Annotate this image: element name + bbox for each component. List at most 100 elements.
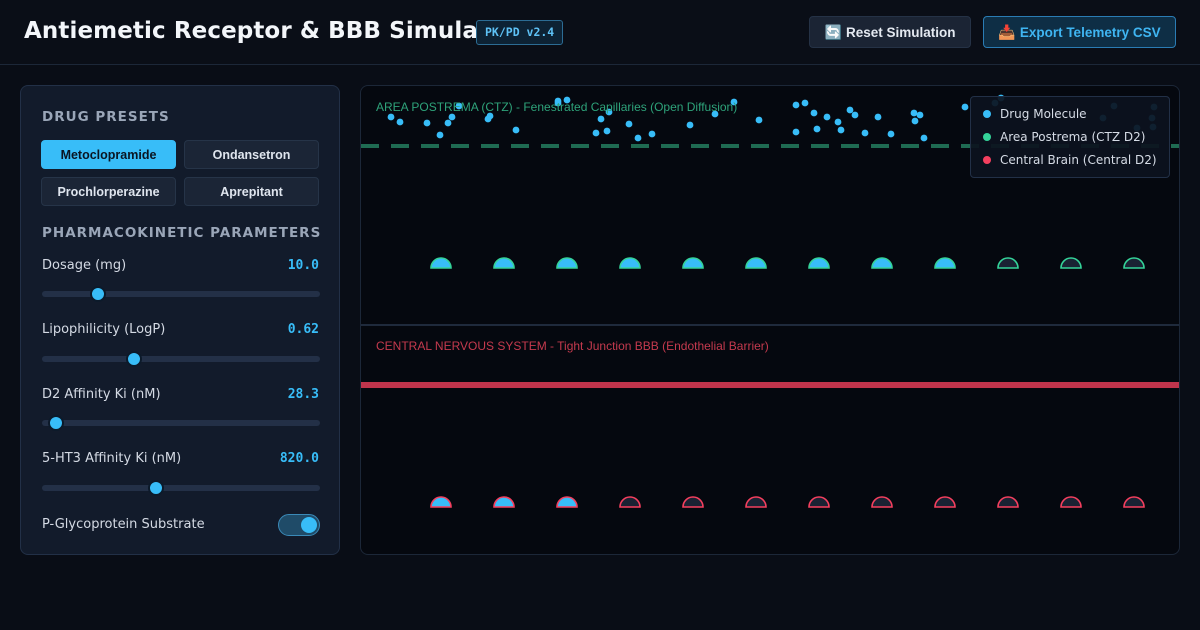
receptor-free-icon xyxy=(997,257,1019,269)
receptor-bound-icon xyxy=(430,496,452,508)
cns-zone-label: CENTRAL NERVOUS SYSTEM - Tight Junction … xyxy=(376,339,769,353)
ctz-d2-receptor xyxy=(619,257,641,269)
receptor-free-icon xyxy=(808,496,830,508)
drug-molecule xyxy=(911,117,919,125)
drug-molecule xyxy=(792,101,800,109)
central-d2-receptor xyxy=(682,496,704,508)
dosage-slider-thumb[interactable] xyxy=(89,286,106,302)
central-d2-receptor xyxy=(1060,496,1082,508)
ht3-affinity-label: 5-HT3 Affinity Ki (nM) xyxy=(42,451,182,466)
reset-simulation-button[interactable]: 🔄 Reset Simulation xyxy=(809,16,971,48)
download-tray-icon: 📥 xyxy=(998,23,1016,40)
drug-molecule xyxy=(837,126,845,134)
drug-molecule xyxy=(755,116,763,124)
preset-metoclopramide-button[interactable]: Metoclopramide xyxy=(41,140,176,169)
drug-molecule xyxy=(910,109,918,117)
receptor-bound-icon xyxy=(493,496,515,508)
preset-aprepitant-button[interactable]: Aprepitant xyxy=(184,177,319,206)
legend-label: Area Postrema (CTZ D2) xyxy=(1000,130,1146,144)
preset-prochlorperazine-button[interactable]: Prochlorperazine xyxy=(41,177,176,206)
drug-molecule xyxy=(484,115,492,123)
legend-item-central-d2: Central Brain (Central D2) xyxy=(983,153,1157,167)
ctz-d2-receptor xyxy=(493,257,515,269)
top-bar: Antiemetic Receptor & BBB Simulator PK/P… xyxy=(0,0,1200,65)
drug-molecule xyxy=(686,121,694,129)
receptor-bound-icon xyxy=(556,257,578,269)
drug-molecule xyxy=(387,113,395,121)
receptor-bound-icon xyxy=(745,257,767,269)
receptor-free-icon xyxy=(934,496,956,508)
drug-molecule xyxy=(846,106,854,114)
d2-affinity-slider-thumb[interactable] xyxy=(47,415,64,431)
central-d2-receptor xyxy=(493,496,515,508)
pgp-substrate-toggle-knob[interactable] xyxy=(301,517,317,533)
ctz-d2-receptor xyxy=(997,257,1019,269)
legend-label: Drug Molecule xyxy=(1000,107,1087,121)
legend-label: Central Brain (Central D2) xyxy=(1000,153,1157,167)
drug-molecule xyxy=(920,134,928,142)
drug-presets-title: DRUG PRESETS xyxy=(42,109,170,125)
ctz-d2-receptor xyxy=(682,257,704,269)
receptor-bound-icon xyxy=(619,257,641,269)
ctz-d2-receptor xyxy=(430,257,452,269)
version-badge: PK/PD v2.4 xyxy=(476,20,564,45)
drug-molecule xyxy=(801,99,809,107)
receptor-bound-icon xyxy=(808,257,830,269)
drug-molecule xyxy=(423,119,431,127)
receptor-bound-icon xyxy=(871,257,893,269)
drug-molecule xyxy=(444,119,452,127)
receptor-free-icon xyxy=(871,496,893,508)
drug-molecule xyxy=(648,130,656,138)
drug-molecule xyxy=(792,128,800,136)
receptor-free-icon xyxy=(1060,496,1082,508)
ctz-receptor-group xyxy=(430,257,1145,269)
dosage-slider[interactable] xyxy=(42,286,320,302)
ctz-d2-receptor xyxy=(934,257,956,269)
d2-affinity-slider[interactable] xyxy=(42,415,320,431)
ctz-d2-receptor xyxy=(556,257,578,269)
legend-item-drug-molecule: Drug Molecule xyxy=(983,107,1087,121)
drug-molecule xyxy=(834,118,842,126)
receptor-free-icon xyxy=(619,496,641,508)
control-panel: DRUG PRESETS Metoclopramide Ondansetron … xyxy=(20,85,340,555)
central-dot-icon xyxy=(983,156,991,164)
drug-molecule xyxy=(874,113,882,121)
ctz-d2-receptor xyxy=(745,257,767,269)
drug-molecule xyxy=(448,113,456,121)
receptor-free-icon xyxy=(1123,496,1145,508)
drug-molecule xyxy=(851,111,859,119)
lipophilicity-slider-thumb[interactable] xyxy=(125,351,142,367)
lipophilicity-slider[interactable] xyxy=(42,351,320,367)
drug-molecule xyxy=(592,129,600,137)
receptor-free-icon xyxy=(745,496,767,508)
ht3-affinity-value: 820.0 xyxy=(279,451,319,466)
central-d2-receptor xyxy=(745,496,767,508)
central-d2-receptor xyxy=(997,496,1019,508)
ctz-zone-label: AREA POSTREMA (CTZ) - Fenestrated Capill… xyxy=(376,100,738,114)
drug-molecule xyxy=(597,115,605,123)
receptor-bound-icon xyxy=(493,257,515,269)
ht3-affinity-slider[interactable] xyxy=(42,480,320,496)
molecule-dot-icon xyxy=(983,110,991,118)
central-d2-receptor xyxy=(1123,496,1145,508)
ht3-affinity-slider-thumb[interactable] xyxy=(147,480,164,496)
receptor-bound-icon xyxy=(430,257,452,269)
app-title: Antiemetic Receptor & BBB Simulator xyxy=(24,18,517,44)
dosage-value: 10.0 xyxy=(287,258,319,273)
ctz-d2-receptor xyxy=(871,257,893,269)
receptor-free-icon xyxy=(682,496,704,508)
drug-molecule xyxy=(634,134,642,142)
preset-ondansetron-button[interactable]: Ondansetron xyxy=(184,140,319,169)
lipophilicity-label: Lipophilicity (LogP) xyxy=(42,322,166,337)
pgp-substrate-toggle[interactable] xyxy=(278,514,320,536)
drug-molecule xyxy=(961,103,969,111)
drug-molecule xyxy=(603,127,611,135)
reset-simulation-label: Reset Simulation xyxy=(845,24,956,40)
drug-molecule xyxy=(861,129,869,137)
dosage-label: Dosage (mg) xyxy=(42,258,127,273)
drug-molecule xyxy=(512,126,520,134)
central-d2-receptor xyxy=(808,496,830,508)
export-telemetry-button[interactable]: 📥 Export Telemetry CSV xyxy=(983,16,1176,48)
drug-molecule xyxy=(916,111,924,119)
drug-molecule xyxy=(436,131,444,139)
